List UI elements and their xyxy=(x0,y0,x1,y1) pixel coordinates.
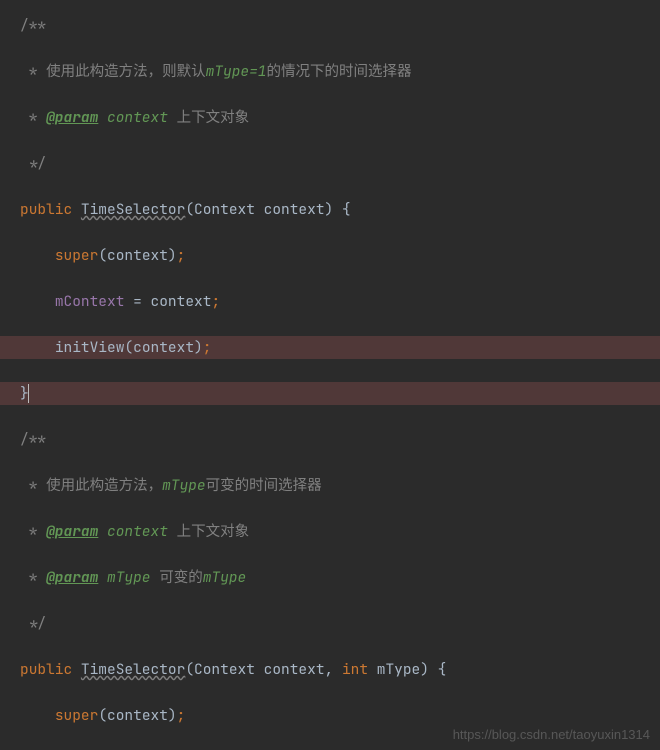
code-line: /** xyxy=(0,14,660,37)
code-line: /** xyxy=(0,428,660,451)
code-line: */ xyxy=(0,612,660,635)
code-line-highlighted: } xyxy=(0,382,660,405)
code-line: super(context); xyxy=(0,704,660,727)
code-line: public TimeSelector(Context context) { xyxy=(0,198,660,221)
code-editor[interactable]: /** * 使用此构造方法，则默认mType=1的情况下的时间选择器 * @pa… xyxy=(0,0,660,750)
code-line: * 使用此构造方法，则默认mType=1的情况下的时间选择器 xyxy=(0,60,660,83)
code-line: mContext = context; xyxy=(0,290,660,313)
code-line: * @param context 上下文对象 xyxy=(0,106,660,129)
code-line: * 使用此构造方法，mType可变的时间选择器 xyxy=(0,474,660,497)
code-line: public TimeSelector(Context context, int… xyxy=(0,658,660,681)
code-line: * @param mType 可变的mType xyxy=(0,566,660,589)
code-line: */ xyxy=(0,152,660,175)
code-line-highlighted: initView(context); xyxy=(0,336,660,359)
code-line: super(context); xyxy=(0,244,660,267)
code-line: * @param context 上下文对象 xyxy=(0,520,660,543)
text-cursor xyxy=(28,384,29,403)
